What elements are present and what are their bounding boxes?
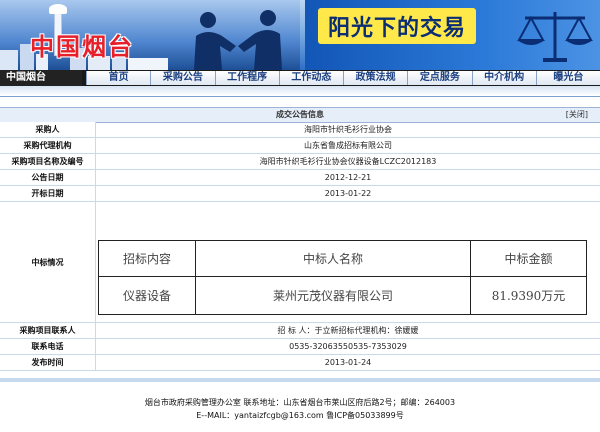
nav-item-agencies[interactable]: 中介机构 (471, 71, 536, 85)
field-value: 招 标 人：于立新招标代理机构：徐媛媛 (277, 326, 419, 335)
footer: 烟台市政府采购管理办公室 联系地址：山东省烟台市莱山区府后路2号；邮编：2640… (0, 396, 600, 432)
nav-item-policies[interactable]: 政策法规 (343, 71, 407, 85)
close-link[interactable]: [关闭] (566, 108, 588, 122)
footer-divider (0, 378, 600, 382)
award-header-amount: 中标金额 (471, 241, 586, 277)
notice-panel: 成交公告信息 [关闭] 采购人 海阳市针织毛衫行业协会 采购代理机构 山东省鲁成… (0, 96, 600, 379)
nav-site-label[interactable]: 中国烟台 (0, 70, 82, 86)
field-label: 联系电话 (0, 339, 96, 354)
slogan-text: 阳光下的交易 (318, 8, 477, 44)
award-table: 招标内容 中标人名称 中标金额 仪器设备 莱州元茂仪器有限公司 81.9390万… (98, 240, 587, 315)
nav-item-exposure[interactable]: 曝光台 (535, 71, 600, 85)
award-content: 仪器设备 (99, 277, 196, 314)
field-value: 海阳市针织毛衫行业协会 (304, 125, 392, 134)
notice-header: 成交公告信息 [关闭] (0, 107, 600, 123)
nav-item-procedures[interactable]: 工作程序 (214, 71, 279, 85)
footer-email[interactable]: E--MAIL：yantaizfcgb@163.com 鲁ICP备0503389… (0, 409, 600, 422)
row-opening-date: 开标日期 2013-01-22 (0, 186, 600, 202)
scales-of-justice-icon (517, 12, 593, 62)
award-header-content: 招标内容 (99, 241, 196, 277)
notice-title: 成交公告信息 (276, 110, 324, 119)
award-winner: 莱州元茂仪器有限公司 (196, 277, 471, 314)
header-banner: 中国烟台 阳光下的交易 (0, 0, 600, 70)
row-project: 采购项目名称及编号 海阳市针织毛衫行业协会仪器设备LCZC2012183 (0, 154, 600, 170)
row-notice-date: 公告日期 2012-12-21 (0, 170, 600, 186)
main-nav: 中国烟台 首页 采购公告 工作程序 工作动态 政策法规 定点服务 中介机构 曝光… (0, 70, 600, 86)
nav-item-home[interactable]: 首页 (86, 71, 150, 85)
row-contact: 采购项目联系人 招 标 人：于立新招标代理机构：徐媛媛 (0, 323, 600, 339)
handshake-image (194, 10, 282, 70)
field-label: 采购项目名称及编号 (0, 154, 96, 169)
nav-item-news[interactable]: 工作动态 (278, 71, 343, 85)
row-publish-time: 发布时间 2013-01-24 (0, 355, 600, 371)
field-label: 采购代理机构 (0, 138, 96, 153)
nav-item-procurement-notices[interactable]: 采购公告 (150, 71, 214, 85)
field-label: 采购项目联系人 (0, 323, 96, 338)
field-label: 开标日期 (0, 186, 96, 201)
field-value: 山东省鲁成招标有限公司 (304, 141, 392, 150)
field-label: 采购人 (0, 122, 96, 137)
field-label: 中标情况 (0, 202, 96, 322)
row-agency: 采购代理机构 山东省鲁成招标有限公司 (0, 138, 600, 154)
award-header-winner: 中标人名称 (196, 241, 471, 277)
row-purchaser: 采购人 海阳市针织毛衫行业协会 (0, 122, 600, 138)
nav-shadow-strip (0, 86, 600, 96)
nav-items: 首页 采购公告 工作程序 工作动态 政策法规 定点服务 中介机构 曝光台 (86, 71, 600, 85)
field-value: 2012-12-21 (324, 173, 372, 182)
field-value: 海阳市针织毛衫行业协会仪器设备LCZC2012183 (259, 157, 437, 166)
footer-address: 烟台市政府采购管理办公室 联系地址：山东省烟台市莱山区府后路2号；邮编：2640… (144, 398, 456, 407)
nav-item-designated-services[interactable]: 定点服务 (407, 71, 471, 85)
field-value: 2013-01-24 (324, 358, 372, 367)
award-amount: 81.9390万元 (491, 289, 566, 303)
field-value: 2013-01-22 (324, 189, 372, 198)
field-value: 0535-32063550535-7353029 (289, 342, 407, 351)
field-label: 公告日期 (0, 170, 96, 185)
site-logo[interactable]: 中国烟台 (30, 27, 134, 62)
row-phone: 联系电话 0535-32063550535-7353029 (0, 339, 600, 355)
field-label: 发布时间 (0, 355, 96, 370)
